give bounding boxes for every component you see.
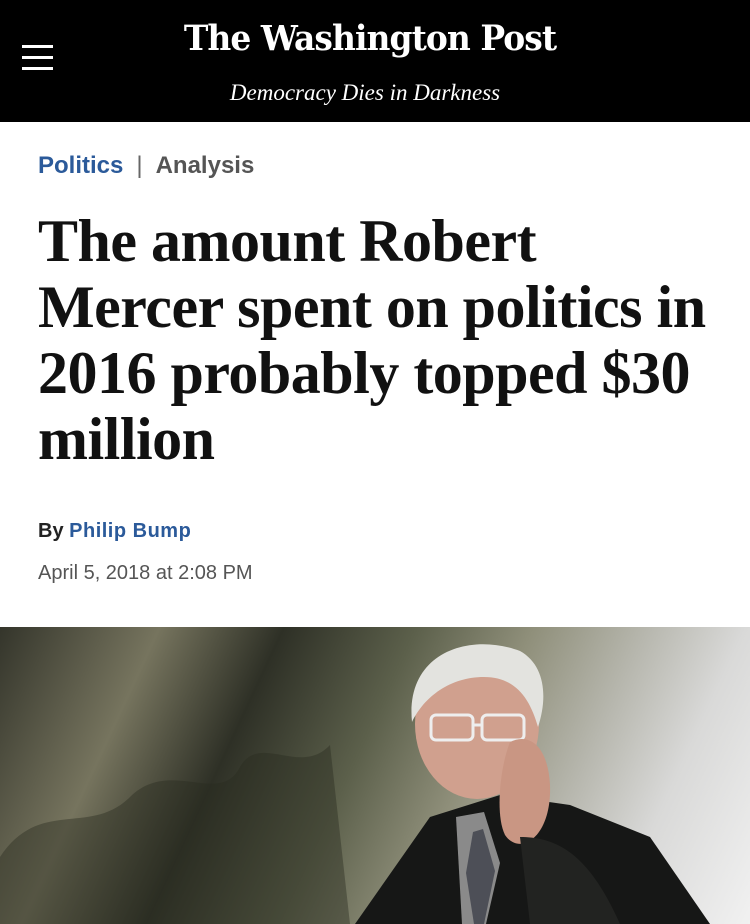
author-link[interactable]: Philip Bump xyxy=(69,520,191,542)
article-timestamp: April 5, 2018 at 2:08 PM xyxy=(38,562,253,584)
hamburger-menu-icon[interactable] xyxy=(22,42,54,74)
analysis-label: Analysis xyxy=(155,152,255,179)
section-link[interactable]: Politics xyxy=(38,152,123,179)
article-photo[interactable] xyxy=(0,627,750,924)
photo-illustration xyxy=(0,644,710,924)
masthead: The Washington Post Democracy Dies in Da… xyxy=(0,0,750,122)
washington-post-logo[interactable]: The Washington Post xyxy=(182,18,558,59)
kicker-divider: | xyxy=(136,152,143,179)
article-headline: The amount Robert Mercer spent on politi… xyxy=(38,208,706,472)
byline: By Philip Bump xyxy=(38,520,191,543)
byline-prefix: By xyxy=(38,520,64,542)
site-tagline: Democracy Dies in Darkness xyxy=(229,80,501,105)
article-kicker: Politics | Analysis xyxy=(38,152,254,180)
